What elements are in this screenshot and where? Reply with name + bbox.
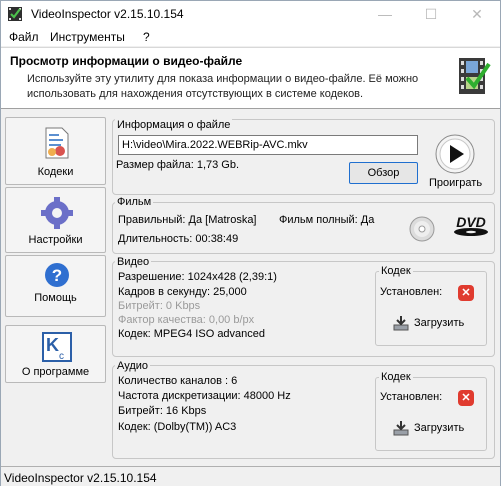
svg-text:K: K: [46, 335, 59, 355]
header-banner: Просмотр информации о видео-файле Исполь…: [1, 47, 500, 109]
menu-help[interactable]: ?: [143, 30, 150, 44]
video-codec-text: Кодек: MPEG4 ISO advanced: [118, 328, 266, 340]
video-download-label: Загрузить: [414, 317, 465, 329]
svg-text:c: c: [59, 351, 64, 362]
disc-icon: [409, 216, 435, 242]
status-text: VideoInspector v2.15.10.154: [4, 471, 157, 485]
video-bitrate-text: Битрейт: 0 Kbps: [118, 300, 201, 312]
menu-tools[interactable]: Инструменты: [50, 30, 125, 44]
minimize-button[interactable]: —: [362, 1, 408, 28]
video-codec-box-label: Кодек: [379, 265, 413, 277]
window-title: VideoInspector v2.15.10.154: [31, 7, 184, 21]
audio-download-button[interactable]: Загрузить: [389, 417, 471, 439]
nav-help-label: Помощь: [34, 292, 77, 304]
video-download-button[interactable]: Загрузить: [389, 312, 471, 334]
file-info-label: Информация о файле: [115, 119, 233, 131]
video-codec-box: [375, 271, 487, 346]
audio-sample-rate-text: Частота дискретизации: 48000 Hz: [118, 390, 291, 402]
audio-bitrate-text: Битрейт: 16 Kbps: [118, 405, 207, 417]
browse-button[interactable]: Обзор: [349, 162, 418, 184]
film-valid-text: Правильный: Да [Matroska]: [118, 214, 257, 226]
video-quality-text: Фактор качества: 0,00 b/px: [118, 314, 255, 326]
play-label[interactable]: Проиграть: [429, 177, 482, 189]
film-panel: [112, 202, 495, 254]
menu-file[interactable]: Файл: [9, 30, 39, 44]
nav-settings-button[interactable]: Настройки: [5, 187, 106, 253]
header-title: Просмотр информации о видео-файле: [10, 54, 243, 68]
film-check-icon: [459, 58, 491, 94]
nav-about-button[interactable]: K c О программе: [5, 325, 106, 383]
app-icon: [8, 7, 22, 21]
audio-channels-text: Количество каналов : 6: [118, 375, 238, 387]
download-icon: [393, 316, 409, 331]
download-icon: [393, 421, 409, 436]
audio-codec-box-label: Кодек: [379, 371, 413, 383]
title-bar[interactable]: VideoInspector v2.15.10.154 — ☐ ✕: [1, 1, 500, 28]
nav-help-button[interactable]: ? Помощь: [5, 255, 106, 317]
nav-settings-label: Настройки: [28, 234, 83, 246]
play-icon[interactable]: [435, 134, 475, 174]
close-button[interactable]: ✕: [454, 1, 500, 28]
file-size-text: Размер файла: 1,73 Gb.: [116, 159, 240, 171]
film-duration-text: Длительность: 00:38:49: [118, 233, 239, 245]
audio-not-installed-icon: ✕: [458, 390, 474, 406]
header-description: Используйте эту утилиту для показа инфор…: [27, 73, 419, 100]
app-window: VideoInspector v2.15.10.154 — ☐ ✕ Файл И…: [0, 0, 501, 486]
dvd-logo-icon: DVD: [454, 214, 488, 236]
about-logo-icon: K c: [42, 332, 72, 362]
video-label: Видео: [115, 256, 152, 268]
audio-download-label: Загрузить: [414, 422, 465, 434]
audio-codec-text: Кодек: (Dolby(TM)) AC3: [118, 421, 237, 433]
video-fps-text: Кадров в секунду: 25,000: [118, 286, 247, 298]
nav-about-label: О программе: [21, 366, 90, 378]
video-not-installed-icon: ✕: [458, 285, 474, 301]
dvd-logo-text: DVD: [456, 214, 486, 230]
video-installed-text: Установлен:: [380, 286, 443, 298]
nav-codecs-button[interactable]: Кодеки: [5, 117, 106, 185]
svg-text:?: ?: [52, 266, 62, 285]
video-resolution-text: Разрешение: 1024x428 (2,39:1): [118, 271, 277, 283]
status-bar: VideoInspector v2.15.10.154: [1, 466, 500, 486]
audio-installed-text: Установлен:: [380, 391, 443, 403]
codecs-document-icon: [45, 127, 69, 159]
menu-bar: Файл Инструменты ?: [1, 28, 500, 46]
maximize-button[interactable]: ☐: [408, 1, 454, 28]
nav-codecs-label: Кодеки: [37, 166, 74, 178]
audio-label: Аудио: [115, 360, 151, 372]
audio-codec-box: [375, 377, 487, 451]
film-label: Фильм: [115, 196, 154, 208]
help-question-icon: ?: [45, 263, 69, 287]
gear-icon: [41, 197, 73, 229]
file-path-field[interactable]: H:\video\Mira.2022.WEBRip-AVC.mkv: [118, 135, 418, 155]
film-complete-text: Фильм полный: Да: [279, 214, 375, 226]
